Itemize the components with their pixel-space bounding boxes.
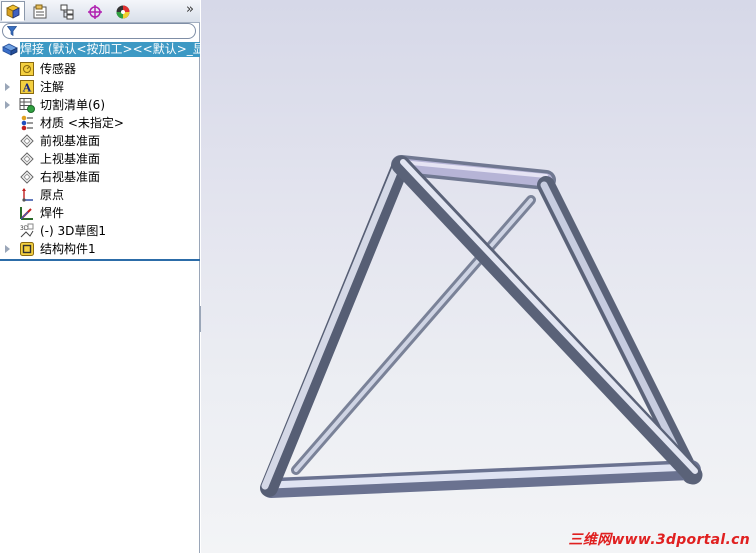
tree-item-label: 结构构件1 <box>40 242 96 256</box>
svg-text:3D: 3D <box>20 225 29 232</box>
tree-item[interactable]: 上视基准面 <box>0 150 200 168</box>
site-watermark: 三维网www.3dportal.cn <box>568 532 750 548</box>
tree-filter-input[interactable] <box>2 23 196 39</box>
graphics-area[interactable]: 三维网www.3dportal.cn <box>201 0 756 553</box>
origin-icon <box>19 187 35 203</box>
material-icon <box>19 115 35 131</box>
tree-item-label: 注解 <box>40 80 65 94</box>
tree-root-part[interactable]: 焊接 (默认<按加工><<默认>_显 <box>0 41 200 58</box>
tree-item[interactable]: 切割清单(6) <box>0 96 200 114</box>
tree-item[interactable]: 前视基准面 <box>0 132 200 150</box>
plane-icon <box>19 133 35 149</box>
weldment-part-icon <box>2 43 18 56</box>
tree-item[interactable]: 材质 <未指定> <box>0 114 200 132</box>
tab-configuration-manager[interactable] <box>55 1 79 21</box>
tree-item-label: 原点 <box>40 188 65 202</box>
plane-icon <box>19 169 35 185</box>
tree-item[interactable]: 原点 <box>0 186 200 204</box>
tree-item-label: 焊件 <box>40 206 65 220</box>
tree-item[interactable]: 传感器 <box>0 60 200 78</box>
structural-member-icon <box>19 241 35 257</box>
tree-item-label: (-) 3D草图1 <box>40 224 107 238</box>
svg-text:A: A <box>22 82 32 95</box>
tab-dimxpert-manager[interactable] <box>83 1 107 21</box>
expand-arrow-icon[interactable] <box>5 83 10 91</box>
tree-item[interactable]: 右视基准面 <box>0 168 200 186</box>
tree-item[interactable]: 结构构件1 <box>0 240 200 258</box>
tree-item-label: 右视基准面 <box>40 170 101 184</box>
feature-manager-panel: » 焊接 (默认<按加工><<默认>_显 传感器 A 注解切割清单(6) 材质 <未指… <box>0 0 200 553</box>
filter-icon <box>7 26 17 36</box>
appearance-icon <box>116 5 130 19</box>
tree-item-label: 传感器 <box>40 62 77 76</box>
tree-root-label: 焊接 (默认<按加工><<默认>_显 <box>20 42 200 57</box>
tree-item-label: 切割清单(6) <box>40 98 105 112</box>
expand-arrow-icon[interactable] <box>5 245 10 253</box>
annotation-icon: A <box>19 79 35 95</box>
more-tabs-button[interactable]: » <box>186 2 194 17</box>
tab-property-manager[interactable] <box>28 1 52 21</box>
tree-item[interactable]: A 注解 <box>0 78 200 96</box>
weldment-tetrahedron-model <box>260 155 703 498</box>
sensor-icon <box>19 61 35 77</box>
configuration-icon <box>60 4 74 20</box>
feature-tree-icon <box>6 4 20 19</box>
3d-sketch-icon: 3D <box>19 223 35 239</box>
tree-item-label: 材质 <未指定> <box>40 116 124 130</box>
tab-display-manager[interactable] <box>111 1 135 21</box>
tree-item-label: 前视基准面 <box>40 134 101 148</box>
crosshair-icon <box>88 5 102 19</box>
tab-feature-manager[interactable] <box>1 1 25 21</box>
tree-item[interactable]: 焊件 <box>0 204 200 222</box>
tree-item[interactable]: 3D (-) 3D草图1 <box>0 222 200 240</box>
rollback-bar[interactable] <box>0 259 200 261</box>
property-icon <box>33 4 47 19</box>
cut-list-icon <box>19 97 35 113</box>
panel-tab-bar: » <box>0 0 200 23</box>
expand-arrow-icon[interactable] <box>5 101 10 109</box>
tree-item-label: 上视基准面 <box>40 152 101 166</box>
plane-icon <box>19 151 35 167</box>
weldment-icon <box>19 205 35 221</box>
